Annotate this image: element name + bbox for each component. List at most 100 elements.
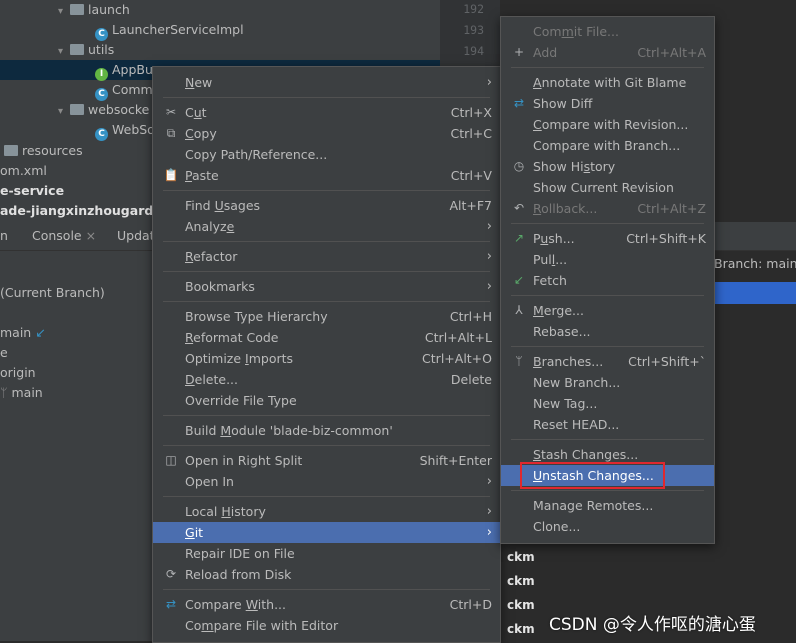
tree-node[interactable]: ▾ websocke — [58, 100, 149, 120]
tab-console[interactable]: Console × — [32, 222, 96, 250]
menu-item-label: Open in Right Split — [185, 453, 303, 468]
menu-item-find-usages[interactable]: Find Usages Alt+F7 — [153, 195, 500, 216]
menu-item-label: Open In — [185, 474, 234, 489]
menu-item-repair-ide-on-file[interactable]: Repair IDE on File — [153, 543, 500, 564]
chevron-down-icon[interactable]: ▾ — [58, 42, 70, 62]
chevron-down-icon[interactable]: ▾ — [58, 2, 70, 22]
tree-node-content: ▾ utils — [58, 42, 114, 57]
branch-label: (Current Branch) — [0, 285, 105, 300]
menu-item-label: New Branch... — [533, 375, 621, 390]
menu-item-reload-from-disk[interactable]: ⟳ Reload from Disk — [153, 564, 500, 585]
menu-item-label: Rebase... — [533, 324, 591, 339]
menu-item-optimize-imports[interactable]: Optimize Imports Ctrl+Alt+O — [153, 348, 500, 369]
add-icon: + — [513, 45, 525, 59]
menu-item-reformat-code[interactable]: Reformat Code Ctrl+Alt+L — [153, 327, 500, 348]
menu-item-open-in[interactable]: Open In › — [153, 471, 500, 492]
menu-item-new-tag[interactable]: New Tag... — [501, 393, 714, 414]
menu-item-browse-type-hierarchy[interactable]: Browse Type Hierarchy Ctrl+H — [153, 306, 500, 327]
tab-updat[interactable]: Updat — [117, 222, 155, 250]
tree-node-content: C Comm — [95, 82, 153, 101]
commit-author: ckm — [507, 622, 535, 636]
branch-item[interactable]: (Current Branch) — [0, 285, 105, 300]
tree-node-content: resources — [4, 143, 83, 158]
tree-node[interactable]: ▾ utils — [58, 40, 114, 60]
branch-label: e — [0, 345, 8, 360]
menu-item-delete[interactable]: Delete... Delete — [153, 369, 500, 390]
menu-item-analyze[interactable]: Analyze › — [153, 216, 500, 237]
branch-item[interactable]: origin — [0, 365, 36, 380]
tree-node[interactable]: e-service — [0, 181, 64, 201]
menu-item-open-in-right-split[interactable]: ◫ Open in Right Split Shift+Enter — [153, 450, 500, 471]
menu-item-bookmarks[interactable]: Bookmarks › — [153, 276, 500, 297]
chevron-right-icon: › — [486, 249, 492, 264]
tree-node[interactable]: om.xml — [0, 161, 47, 181]
menu-item-fetch[interactable]: ↙ Fetch — [501, 270, 714, 291]
menu-item-override-file-type[interactable]: Override File Type — [153, 390, 500, 411]
menu-item-label: Pull... — [533, 252, 568, 267]
menu-shortcut: Ctrl+H — [449, 309, 492, 324]
menu-item-label: Fetch — [533, 273, 567, 288]
menu-item-copy-path-reference[interactable]: Copy Path/Reference... — [153, 144, 500, 165]
menu-item-rebase[interactable]: Rebase... — [501, 321, 714, 342]
line-number: 192 — [463, 2, 484, 16]
branch-item[interactable]: e — [0, 345, 8, 360]
chevron-right-icon: › — [486, 279, 492, 294]
menu-item-cut[interactable]: ✂ Cut Ctrl+X — [153, 102, 500, 123]
menu-item-build-module-blade-biz-common[interactable]: Build Module 'blade-biz-common' — [153, 420, 500, 441]
tree-node[interactable]: C LauncherServiceImpl — [95, 20, 244, 41]
context-menu: New › ✂ Cut Ctrl+X ⧉ Copy Ctrl+C Copy Path/Refer… — [152, 66, 501, 643]
menu-item-compare-with-branch[interactable]: Compare with Branch... — [501, 135, 714, 156]
tree-node-label: resources — [22, 143, 83, 158]
menu-item-compare-with[interactable]: ⇄ Compare With... Ctrl+D — [153, 594, 500, 615]
menu-item-label: Show Current Revision — [533, 180, 674, 195]
branch-item[interactable]: ᛘ main — [0, 385, 43, 400]
menu-separator — [163, 589, 490, 590]
chevron-down-icon[interactable]: ▾ — [58, 102, 70, 122]
tab-n[interactable]: n — [0, 222, 8, 250]
menu-item-show-history[interactable]: ◷ Show History — [501, 156, 714, 177]
menu-item-local-history[interactable]: Local History › — [153, 501, 500, 522]
menu-item-compare-file-with-editor[interactable]: Compare File with Editor — [153, 615, 500, 636]
menu-item-rollback: ↶ Rollback... Ctrl+Alt+Z — [501, 198, 714, 219]
menu-item-git[interactable]: Git › — [153, 522, 500, 543]
menu-item-annotate-with-git-blame[interactable]: Annotate with Git Blame — [501, 72, 714, 93]
menu-shortcut: Delete — [450, 372, 492, 387]
menu-item-label: New Tag... — [533, 396, 598, 411]
menu-item-new[interactable]: New › — [153, 72, 500, 93]
tree-node-label: WebSo — [112, 122, 155, 137]
tree-node-label: launch — [88, 2, 130, 17]
menu-item-clone[interactable]: Clone... — [501, 516, 714, 537]
close-icon[interactable]: × — [82, 228, 96, 243]
menu-item-branches[interactable]: ᛘ Branches... Ctrl+Shift+` — [501, 351, 714, 372]
push-icon: ↗ — [513, 231, 525, 245]
menu-item-push[interactable]: ↗ Push... Ctrl+Shift+K — [501, 228, 714, 249]
line-number: 194 — [463, 44, 484, 58]
menu-item-reset-head[interactable]: Reset HEAD... — [501, 414, 714, 435]
branch-label: main — [0, 325, 32, 340]
tree-node[interactable]: ade-jiangxinzhougarden — [0, 201, 171, 221]
menu-item-copy[interactable]: ⧉ Copy Ctrl+C — [153, 123, 500, 144]
menu-item-show-current-revision[interactable]: Show Current Revision — [501, 177, 714, 198]
menu-item-label: Push... — [533, 231, 575, 246]
menu-item-merge[interactable]: ⅄ Merge... — [501, 300, 714, 321]
branch-icon: ᛘ — [0, 385, 12, 400]
menu-item-label: Merge... — [533, 303, 584, 318]
cut-icon: ✂ — [165, 105, 177, 119]
tree-node[interactable]: C WebSo — [95, 120, 155, 141]
menu-item-compare-with-revision[interactable]: Compare with Revision... — [501, 114, 714, 135]
menu-item-manage-remotes[interactable]: Manage Remotes... — [501, 495, 714, 516]
tree-node[interactable]: resources — [4, 141, 83, 161]
menu-item-paste[interactable]: 📋 Paste Ctrl+V — [153, 165, 500, 186]
tree-node[interactable]: C Comm — [95, 80, 153, 101]
branch-filter-label[interactable]: Branch: main — [714, 256, 796, 271]
branch-item[interactable]: main ↙ — [0, 325, 46, 340]
tree-node-content: e-service — [0, 183, 64, 198]
tree-node[interactable]: ▾ launch — [58, 0, 130, 20]
menu-item-refactor[interactable]: Refactor › — [153, 246, 500, 267]
menu-item-label: Manage Remotes... — [533, 498, 654, 513]
menu-shortcut: Ctrl+Alt+Z — [637, 201, 706, 216]
menu-item-show-diff[interactable]: ⇄ Show Diff — [501, 93, 714, 114]
menu-item-new-branch[interactable]: New Branch... — [501, 372, 714, 393]
rollback-icon: ↶ — [513, 201, 525, 215]
menu-item-pull[interactable]: Pull... — [501, 249, 714, 270]
